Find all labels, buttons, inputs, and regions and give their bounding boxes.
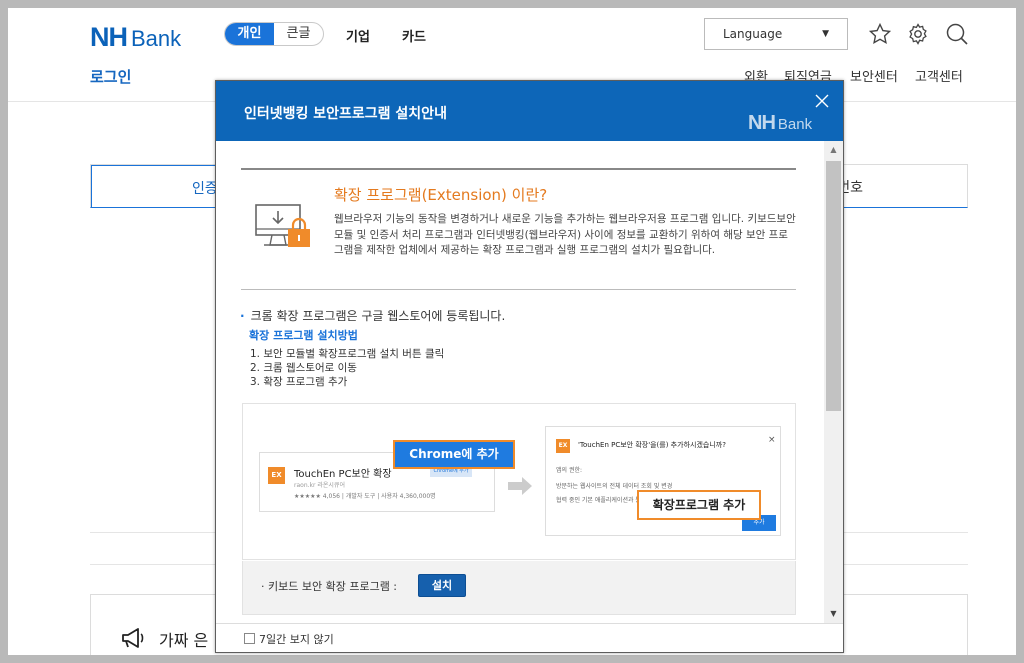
- nh-bank-logo[interactable]: NH Bank: [90, 22, 181, 53]
- dropdown-caret-icon: ▼: [822, 29, 829, 39]
- add-to-chrome-callout: Chrome에 추가: [393, 440, 515, 469]
- search-icon[interactable]: [945, 22, 969, 46]
- list-item: 1. 보안 모듈별 확장프로그램 설치 버튼 클릭: [250, 348, 445, 360]
- hide-7days-label[interactable]: 7일간 보지 않기: [259, 631, 334, 647]
- confirm-title: 'TouchEn PC보안 확장'을(를) 추가하시겠습니까?: [578, 441, 726, 449]
- megaphone-icon: [122, 628, 144, 648]
- list-item: 2. 크롬 웹스토어로 이동: [250, 362, 357, 374]
- nav-card[interactable]: 카드: [402, 26, 426, 45]
- install-guide-image: EX TouchEn PC보안 확장 raon.kr 라온시큐어 ★★★★★ 4…: [242, 403, 796, 560]
- divider: [241, 289, 796, 290]
- install-row: · 키보드 보안 확장 프로그램 : 설치: [242, 561, 796, 615]
- install-button[interactable]: 설치: [418, 574, 466, 597]
- scroll-down-icon[interactable]: ▼: [824, 605, 843, 623]
- permission-label: 앱의 권한:: [556, 467, 583, 474]
- modal-logo-text: Bank: [777, 116, 813, 133]
- install-steps: 1. 보안 모듈별 확장프로그램 설치 버튼 클릭 2. 크롬 웹스토어로 이동…: [250, 347, 444, 389]
- toggle-personal[interactable]: 개인: [225, 23, 274, 45]
- modal-body: 확장 프로그램(Extension) 이란? 웹브라우저 기능의 동작을 변경하…: [216, 141, 824, 623]
- scrollbar-thumb[interactable]: [826, 161, 841, 411]
- modal-logo: NH Bank: [748, 112, 812, 135]
- hide-7days-checkbox[interactable]: [244, 633, 255, 644]
- modal-footer: 7일간 보지 않기: [216, 623, 843, 652]
- login-link[interactable]: 로그인: [90, 66, 131, 87]
- modal-title: 인터넷뱅킹 보안프로그램 설치안내: [244, 106, 447, 122]
- subnav-security-center[interactable]: 보안센터: [850, 66, 898, 85]
- permission-line: 협력 중인 기본 애플리케이션과 통신: [556, 497, 647, 504]
- keyboard-security-label: · 키보드 보안 확장 프로그램 :: [261, 580, 398, 593]
- logo-text: Bank: [131, 26, 182, 51]
- star-icon[interactable]: [868, 22, 892, 46]
- computer-download-lock-icon: [255, 204, 310, 247]
- language-select[interactable]: Language ▼: [704, 18, 848, 50]
- webstore-note: 크롬 확장 프로그램은 구글 웹스토어에 등록됩니다.: [240, 307, 506, 324]
- mode-toggle: 개인 큰글: [224, 22, 324, 46]
- security-install-modal: 인터넷뱅킹 보안프로그램 설치안내 NH Bank 확장 프로그램(Extens…: [215, 80, 844, 653]
- tab-certificate[interactable]: 인증: [91, 165, 231, 207]
- logo-mark: NH: [90, 22, 128, 52]
- add-extension-callout: 확장프로그램 추가: [637, 490, 761, 520]
- extension-logo: EX: [268, 467, 285, 484]
- tab-certificate-label: 인증: [192, 181, 218, 197]
- permission-line: 방문하는 웹사이트의 전체 데이터 조회 및 변경: [556, 483, 673, 490]
- gear-icon[interactable]: [906, 22, 930, 46]
- modal-header: 인터넷뱅킹 보안프로그램 설치안내 NH Bank: [216, 81, 843, 141]
- install-method-title: 확장 프로그램 설치방법: [249, 329, 358, 342]
- modal-scrollbar[interactable]: ▲ ▼: [824, 141, 843, 623]
- extension-title: 확장 프로그램(Extension) 이란?: [334, 186, 548, 204]
- close-icon: ×: [768, 435, 776, 445]
- arrow-right-icon: [508, 477, 532, 495]
- divider: [241, 168, 796, 170]
- extension-description: 웹브라우저 기능의 동작을 변경하거나 새로운 기능을 추가하는 웹브라우저용 …: [334, 213, 796, 256]
- nav-corporate[interactable]: 기업: [346, 26, 370, 45]
- scroll-up-icon[interactable]: ▲: [824, 141, 843, 159]
- fraud-notice-title: 가짜 은: [159, 631, 209, 650]
- close-icon[interactable]: [814, 93, 830, 109]
- install-label-text: 키보드 보안 확장 프로그램 :: [268, 580, 398, 593]
- language-value: Language: [723, 27, 783, 41]
- list-item: 3. 확장 프로그램 추가: [250, 376, 348, 388]
- modal-logo-mark: NH: [748, 112, 776, 134]
- extension-logo: EX: [556, 439, 570, 453]
- toggle-large-text[interactable]: 큰글: [274, 23, 323, 45]
- listing-title: TouchEn PC보안 확장: [294, 469, 392, 480]
- listing-publisher: raon.kr 라온시큐어: [294, 482, 345, 489]
- listing-meta: ★★★★★ 4,056 | 개발자 도구 | 사용자 4,360,000명: [294, 493, 436, 500]
- subnav-customer-center[interactable]: 고객센터: [915, 66, 963, 85]
